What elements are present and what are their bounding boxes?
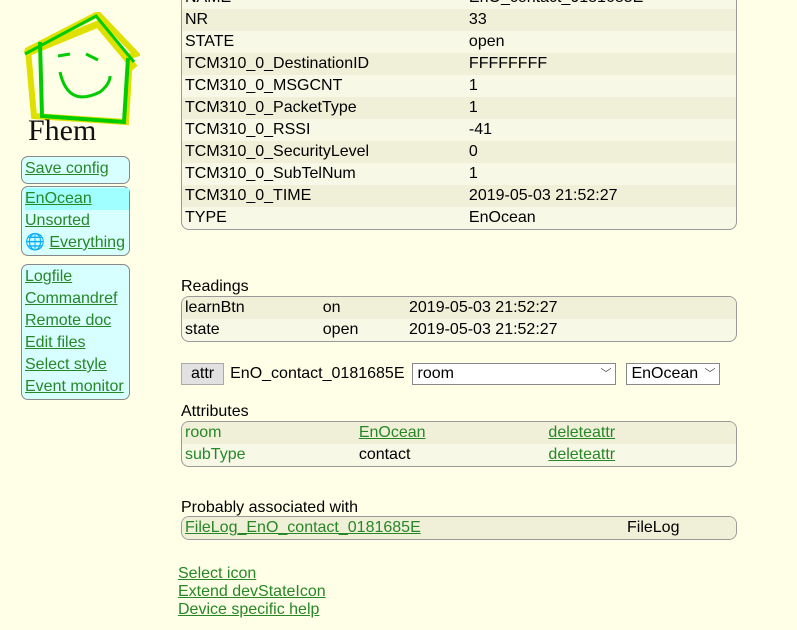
internal-row-cell: 0 — [468, 143, 478, 160]
readings-title: Readings — [181, 278, 249, 295]
room-unsorted[interactable]: Unsorted — [25, 212, 90, 229]
attribute-row-cell[interactable]: deleteattr — [545, 422, 736, 444]
attr-value-value: EnOcean — [631, 365, 699, 382]
assoc-row: FileLog_EnO_contact_0181685E FileLog — [182, 517, 736, 539]
internal-row: TCM310_0_DestinationID FFFFFFFF — [182, 53, 736, 75]
internal-row-cell: TCM310_0_PacketType — [185, 99, 357, 116]
attributes-table: room EnOcean deleteattr subType contact delet… — [181, 421, 737, 467]
internal-row-cell: TYPE — [185, 209, 227, 226]
internal-row-cell: TCM310_0_RSSI — [185, 121, 311, 138]
internal-row-cell: 1 — [468, 165, 478, 182]
internal-row: TYPE EnOcean — [182, 207, 736, 229]
internal-row: TCM310_0_MSGCNT 1 — [182, 75, 736, 97]
attr-bar: attr EnO_contact_0181685E room ﹀ EnOcean ﹀ — [181, 363, 721, 385]
attribute-row-cell: contact — [358, 446, 411, 463]
internal-row-cell: open — [468, 33, 505, 50]
attr-value-select[interactable]: EnOcean ﹀ — [626, 363, 721, 385]
internal-row-cell: TCM310_0_MSGCNT — [185, 77, 343, 94]
fhem-logo: Fhem — [23, 12, 140, 147]
reading-row-cell: state — [185, 321, 220, 338]
internal-row: NR 33 — [182, 9, 736, 31]
internal-row: TCM310_0_SubTelNum 1 — [182, 163, 736, 185]
attr-button[interactable]: attr — [181, 363, 225, 385]
internal-row: STATE open — [182, 31, 736, 53]
chevron-down-icon: ﹀ — [704, 368, 716, 380]
reading-row: learnBtn on 2019-05-03 21:52:27 — [182, 297, 736, 319]
room-menu: EnOcean Unsorted 🌐 Everything — [21, 186, 130, 256]
internal-row: TCM310_0_SecurityLevel 0 — [182, 141, 736, 163]
internal-row-cell: TCM310_0_DestinationID — [185, 55, 370, 72]
internal-row: TCM310_0_RSSI -41 — [182, 119, 736, 141]
attribute-row-cell[interactable]: EnOcean — [356, 422, 546, 444]
attribute-row-cell[interactable]: subType — [182, 444, 356, 466]
internal-row-cell: EnO_contact_0181685E — [466, 0, 736, 9]
room-everything[interactable]: Everything — [49, 234, 125, 251]
reading-row-cell: on — [322, 299, 341, 316]
reading-row-cell: 2019-05-03 21:52:27 — [409, 299, 558, 316]
assoc-table: FileLog_EnO_contact_0181685E FileLog — [181, 516, 737, 540]
menu-edit-files[interactable]: Edit files — [25, 334, 85, 351]
internal-row-cell: FFFFFFFF — [468, 55, 548, 72]
attr-name-value: room — [417, 365, 454, 382]
menu-remote-doc[interactable]: Remote doc — [25, 312, 111, 329]
internal-row-cell: STATE — [185, 33, 235, 50]
internal-row: NAMEEnO_contact_0181685E — [182, 0, 736, 9]
menu-event-monitor[interactable]: Event monitor — [25, 378, 124, 395]
logo-text: Fhem — [28, 114, 96, 147]
save-config-link[interactable]: Save config — [25, 160, 109, 177]
internal-row-cell: TCM310_0_SubTelNum — [185, 165, 356, 182]
internal-row-cell: NAME — [182, 0, 466, 9]
attribute-row-cell[interactable]: room — [182, 422, 356, 444]
globe-icon: 🌐 — [25, 234, 45, 251]
assoc-row-cell: FileLog — [627, 519, 680, 536]
menu-select-style[interactable]: Select style — [25, 356, 107, 373]
internal-row: TCM310_0_TIME 2019-05-03 21:52:27 — [182, 185, 736, 207]
attributes-title: Attributes — [181, 403, 249, 420]
reading-row-cell: 2019-05-03 21:52:27 — [409, 321, 558, 338]
internal-row-cell: EnOcean — [468, 209, 536, 226]
internal-row-cell: 1 — [468, 77, 478, 94]
reading-row-cell: learnBtn — [185, 299, 245, 316]
menu-logfile[interactable]: Logfile — [25, 268, 72, 285]
internal-row-cell: NR — [185, 11, 209, 28]
link-select-icon[interactable]: Select icon — [178, 565, 256, 582]
assoc-title: Probably associated with — [181, 499, 358, 516]
internal-row-cell: TCM310_0_TIME — [185, 187, 312, 204]
attribute-row-cell[interactable]: deleteattr — [545, 444, 736, 466]
internal-row-cell: -41 — [468, 121, 493, 138]
attribute-row: room EnOcean deleteattr — [182, 422, 736, 444]
internals-table: NAMEEnO_contact_0181685E NR 33 STATE open TCM… — [181, 0, 737, 230]
tools-menu: Logfile Commandref Remote doc Edit files Sel… — [21, 264, 130, 400]
menu-commandref[interactable]: Commandref — [25, 290, 117, 307]
attribute-row: subType contact deleteattr — [182, 444, 736, 466]
attr-device-name: EnO_contact_0181685E — [230, 365, 405, 382]
link-device-specific-help[interactable]: Device specific help — [178, 601, 319, 618]
reading-row: state open 2019-05-03 21:52:27 — [182, 319, 736, 341]
chevron-down-icon: ﹀ — [600, 368, 612, 380]
link-extend-devstateicon[interactable]: Extend devStateIcon — [178, 583, 326, 600]
internal-row-cell: 1 — [468, 99, 478, 116]
room-enocean[interactable]: EnOcean — [25, 190, 92, 207]
assoc-row-cell[interactable]: FileLog_EnO_contact_0181685E — [182, 517, 624, 539]
internal-row-cell: TCM310_0_SecurityLevel — [185, 143, 370, 160]
device-links: Select icon Extend devStateIcon Device spe… — [178, 565, 326, 619]
save-config-box: Save config — [21, 156, 130, 184]
internal-row: TCM310_0_PacketType 1 — [182, 97, 736, 119]
reading-row-cell: open — [322, 321, 359, 338]
attr-name-select[interactable]: room ﹀ — [412, 363, 617, 385]
internal-row-cell: 2019-05-03 21:52:27 — [468, 187, 618, 204]
readings-table: learnBtn on 2019-05-03 21:52:27 state open 20… — [181, 296, 737, 342]
internal-row-cell: 33 — [468, 11, 487, 28]
